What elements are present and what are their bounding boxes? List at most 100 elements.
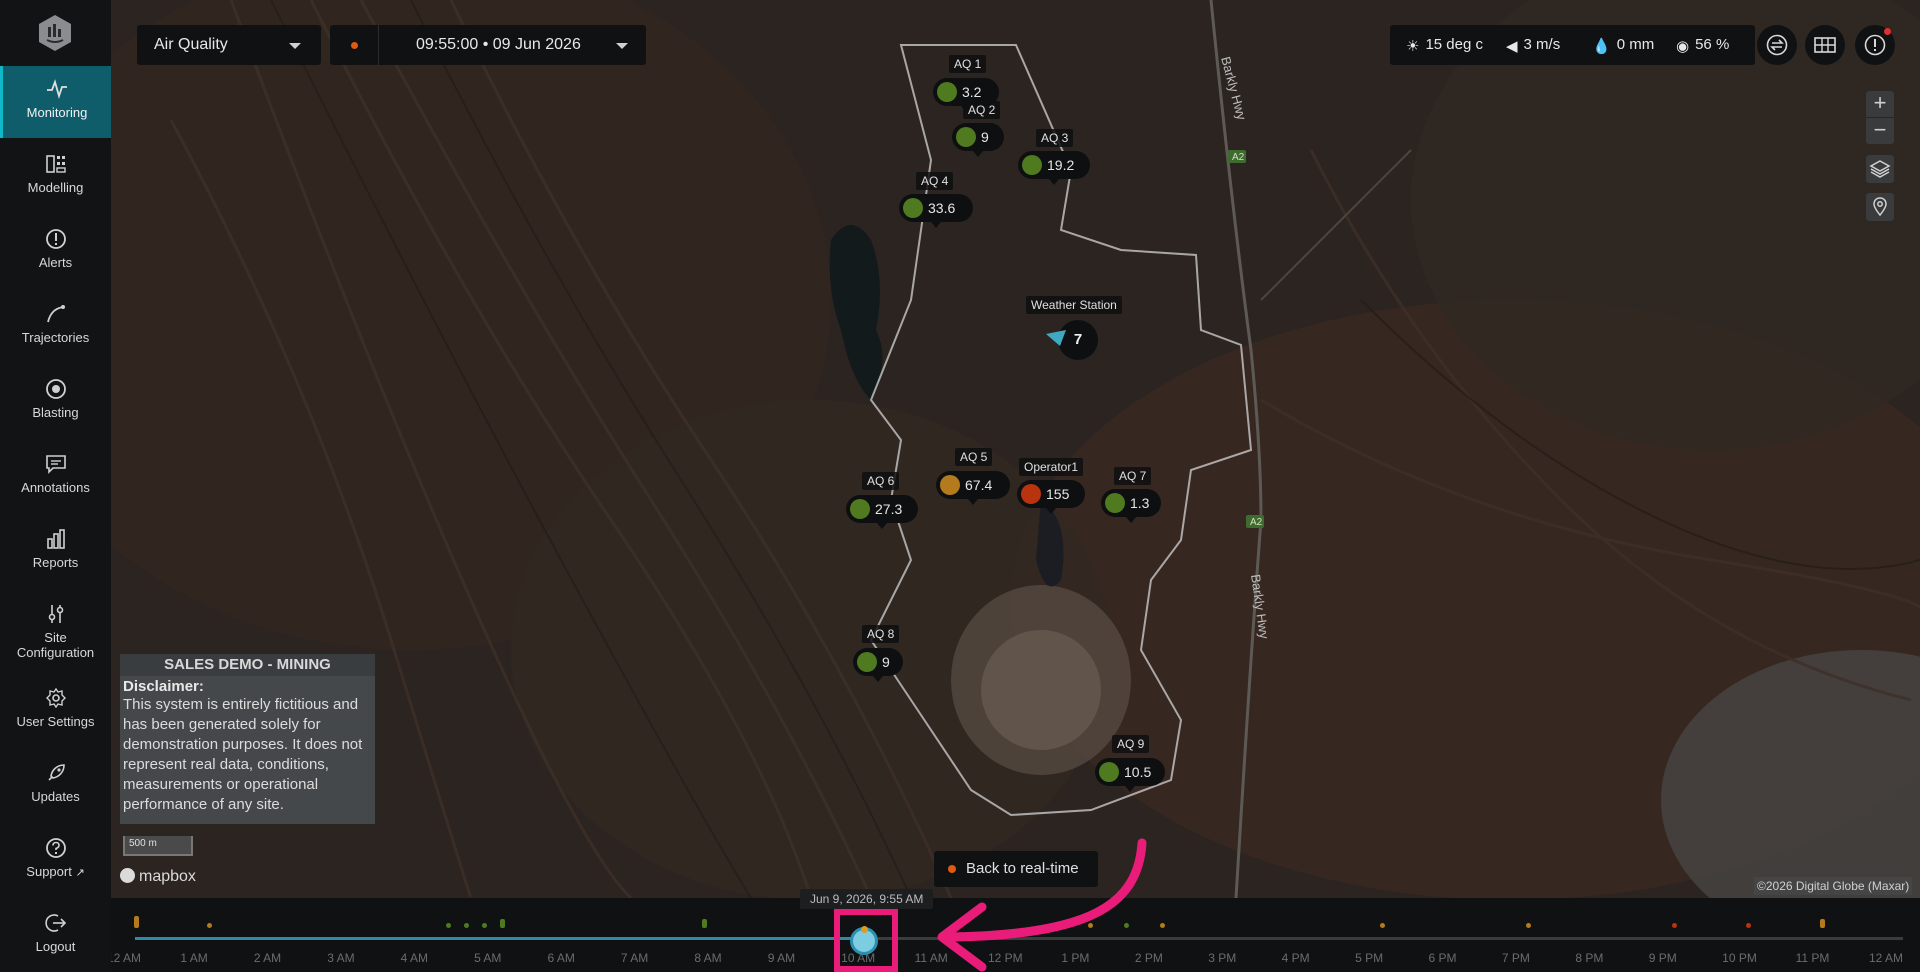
sensor-value: 10.5 — [1124, 764, 1152, 780]
sensor-marker-aq2[interactable]: 9 — [952, 123, 1004, 157]
compare-button[interactable] — [1757, 25, 1797, 65]
event-marker[interactable] — [1380, 923, 1385, 928]
timeline-tick-label: 5 AM — [474, 951, 502, 965]
status-dot — [903, 198, 923, 218]
sensor-marker-aq7[interactable]: 1.3 — [1101, 489, 1161, 523]
sensor-value: 27.3 — [875, 501, 903, 517]
timeline-tick-label: 12 AM — [1869, 951, 1904, 965]
sidebar-item-logout[interactable]: Logout — [0, 900, 111, 972]
sun-icon: ☀ — [1406, 38, 1420, 55]
wind-direction-icon: ◀ — [1506, 38, 1518, 55]
alerts-button[interactable] — [1855, 25, 1895, 65]
sensor-marker-aq6[interactable]: 27.3 — [846, 495, 918, 529]
layer-select[interactable]: Air Quality — [137, 25, 321, 65]
sidebar-item-monitoring[interactable]: Monitoring — [0, 66, 111, 138]
trajectory-icon — [46, 305, 65, 323]
mapbox-logo[interactable]: mapbox — [120, 868, 196, 886]
humidity-icon: ◉ — [1676, 38, 1690, 55]
map-terrain: Barkly Hwy Barkly Hwy A2 A2 — [111, 0, 1920, 898]
sensor-label-aq4: AQ 4 — [916, 172, 954, 190]
sidebar-item-annotations[interactable]: Annotations — [0, 441, 111, 513]
sidebar-item-alerts[interactable]: Alerts — [0, 216, 111, 288]
timeline-tick-label: 4 AM — [400, 951, 429, 965]
satellite-map[interactable]: Barkly Hwy Barkly Hwy A2 A2 — [111, 0, 1920, 898]
sensor-marker-aq4[interactable]: 33.6 — [899, 194, 973, 228]
disclaimer-panel: SALES DEMO - MINING Disclaimer: This sys… — [120, 654, 375, 824]
sensor-value: 9 — [981, 129, 989, 145]
mapbox-text: mapbox — [139, 868, 196, 885]
zoom-control: + − — [1866, 91, 1894, 144]
zoom-out-button[interactable]: − — [1866, 118, 1894, 144]
event-marker[interactable] — [482, 923, 487, 928]
event-marker[interactable] — [464, 923, 469, 928]
sidebar-item-trajectories[interactable]: Trajectories — [0, 291, 111, 363]
timeline-tick-label: 3 PM — [1208, 951, 1237, 965]
time-select[interactable]: 09:55:00 • 09 Jun 2026 — [330, 25, 646, 65]
time-select-value: 09:55:00 • 09 Jun 2026 — [416, 36, 581, 53]
sidebar-item-modelling[interactable]: Modelling — [0, 141, 111, 213]
event-marker[interactable] — [134, 916, 139, 928]
event-marker[interactable] — [702, 919, 707, 928]
temperature-value: 15 deg c — [1425, 36, 1483, 53]
status-dot — [850, 499, 870, 519]
event-marker[interactable] — [1746, 923, 1751, 928]
sidebar-item-support[interactable]: Support ↗ — [0, 825, 111, 897]
notification-badge — [1884, 28, 1891, 35]
sensor-label-aq5: AQ 5 — [955, 448, 993, 466]
route-badge-north: A2 — [1232, 152, 1245, 163]
timeline-tick-label: 10 PM — [1722, 951, 1757, 965]
zoom-in-button[interactable]: + — [1866, 91, 1894, 117]
swap-icon — [1766, 34, 1788, 56]
app-logo-icon[interactable] — [36, 13, 74, 53]
timeline-tick-label: 9 PM — [1648, 951, 1677, 965]
sidebar-item-label: Trajectories — [21, 330, 90, 345]
locate-button[interactable] — [1866, 193, 1894, 221]
timeline-tick-label: 1 AM — [180, 951, 208, 965]
pulse-icon — [47, 79, 67, 100]
label-line-1: Site — [44, 630, 67, 645]
event-marker[interactable] — [1160, 923, 1165, 928]
gear-icon — [45, 687, 66, 709]
mapbox-icon — [120, 868, 135, 883]
sensor-label-aq1: AQ 1 — [949, 55, 987, 73]
event-marker[interactable] — [500, 919, 505, 928]
sensor-value: 19.2 — [1047, 157, 1075, 173]
live-status-dot — [351, 42, 358, 49]
timeline-tick-label: 6 AM — [547, 951, 575, 965]
sidebar-item-site-configuration[interactable]: Site Configuration — [0, 591, 111, 671]
layers-button[interactable] — [1866, 155, 1894, 183]
status-dot — [1099, 762, 1119, 782]
sensor-value: 9 — [882, 654, 890, 670]
event-marker[interactable] — [1672, 923, 1677, 928]
map-attribution[interactable]: ©2026 Digital Globe (Maxar) — [1754, 877, 1913, 895]
status-dot — [1022, 155, 1042, 175]
event-marker[interactable] — [1820, 919, 1825, 928]
annotation-arrow-icon — [937, 838, 1147, 972]
sidebar-item-label: Site Configuration — [0, 630, 111, 660]
event-marker[interactable] — [446, 923, 451, 928]
map-pin-icon — [1873, 197, 1887, 217]
status-dot — [937, 82, 957, 102]
disclaimer-title: Disclaimer: — [123, 678, 204, 695]
alert-icon — [45, 229, 66, 249]
sensor-marker-aq8[interactable]: 9 — [853, 648, 903, 682]
label-line-2: Configuration — [16, 645, 95, 660]
sensor-marker-aq3[interactable]: 19.2 — [1018, 151, 1090, 185]
grid-view-button[interactable] — [1805, 25, 1845, 65]
sidebar-item-updates[interactable]: Updates — [0, 750, 111, 822]
event-marker[interactable] — [207, 923, 212, 928]
sensor-marker-aq5[interactable]: 67.4 — [936, 471, 1010, 505]
rocket-icon — [47, 764, 65, 781]
timeline-tick-label: 8 PM — [1575, 951, 1604, 965]
status-dot — [956, 127, 976, 147]
sidebar-item-reports[interactable]: Reports — [0, 516, 111, 588]
rain: 💧 0 mm — [1592, 36, 1654, 55]
event-marker[interactable] — [1526, 923, 1531, 928]
sensor-marker-aq9[interactable]: 10.5 — [1095, 758, 1165, 792]
timeline-tick-label: 3 AM — [327, 951, 355, 965]
timeline-tick-label: 5 PM — [1355, 951, 1384, 965]
sidebar-item-blasting[interactable]: Blasting — [0, 366, 111, 438]
operator-marker[interactable]: 155 — [1017, 480, 1085, 514]
timeline-tooltip: Jun 9, 2026, 9:55 AM — [800, 889, 934, 909]
sidebar-item-user-settings[interactable]: User Settings — [0, 675, 111, 747]
